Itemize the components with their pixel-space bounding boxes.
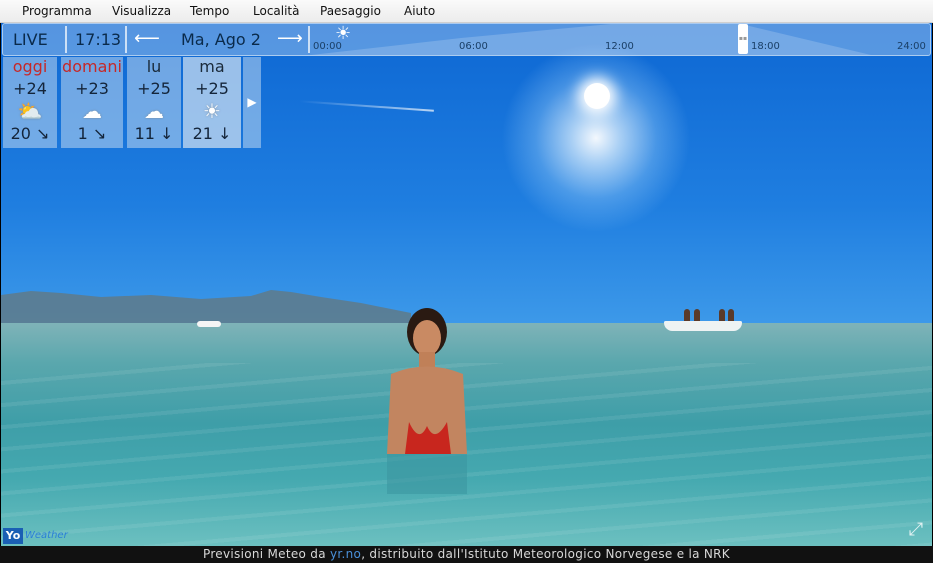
day-name: oggi	[12, 57, 48, 76]
partly-cloudy-icon: ⛅	[17, 99, 43, 123]
menu-bar: Programma Visualizza Tempo Località Paes…	[0, 0, 933, 23]
day-name: domani	[62, 57, 122, 76]
time-control-bar: LIVE 17:13 ⟵ Ma, Ago 2 ⟶ 00:00 06:00 12:…	[2, 23, 931, 56]
sun-icon: ☀	[335, 23, 352, 44]
forecast-day[interactable]: domani +23 ☁ 1 ↘	[61, 57, 123, 148]
arrow-right-icon[interactable]: ⟶	[277, 30, 303, 48]
menu-programma[interactable]: Programma	[22, 4, 92, 18]
arrow-left-icon[interactable]: ⟵	[134, 30, 160, 48]
rain-cloud-icon: ☁	[82, 99, 102, 123]
day-temperature: +24	[13, 79, 47, 98]
forecast-panel: oggi +24 ⛅ 20 ↘ domani +23 ☁ 1 ↘ lu +25 …	[3, 57, 261, 148]
time-slider-handle[interactable]: ▪▪	[738, 24, 748, 54]
menu-paesaggio[interactable]: Paesaggio	[320, 4, 381, 18]
sun	[584, 83, 610, 109]
day-wind: 21 ↓	[192, 124, 232, 143]
fullscreen-icon[interactable]: ⤢	[904, 518, 928, 542]
separator	[65, 26, 67, 53]
yr-link[interactable]: yr.no	[330, 547, 361, 561]
current-date: Ma, Ago 2	[181, 30, 261, 49]
timeline[interactable]: 00:00 06:00 12:00 18:00 24:00	[311, 24, 930, 55]
yoweather-logo[interactable]: Yo Weather	[3, 528, 73, 544]
menu-visualizza[interactable]: Visualizza	[112, 4, 171, 18]
live-button[interactable]: LIVE	[13, 30, 48, 49]
woman-in-water	[387, 308, 467, 494]
day-name: ma	[199, 57, 225, 76]
footer-suffix: , distribuito dall'Istituto Meteorologic…	[361, 547, 730, 561]
tick-0600: 06:00	[459, 41, 488, 52]
menu-tempo[interactable]: Tempo	[190, 4, 229, 18]
separator	[308, 26, 310, 53]
sun-icon: ☀	[203, 99, 221, 123]
rain-cloud-icon: ☁	[144, 99, 164, 123]
tick-2400: 24:00	[897, 41, 926, 52]
separator	[125, 26, 127, 53]
logo-text: Weather	[25, 530, 68, 541]
menu-aiuto[interactable]: Aiuto	[404, 4, 435, 18]
day-wind: 1 ↘	[77, 124, 107, 143]
forecast-next-icon[interactable]: ▶	[243, 57, 261, 148]
tick-1800: 18:00	[751, 41, 780, 52]
day-temperature: +23	[75, 79, 109, 98]
logo-badge: Yo	[3, 528, 23, 544]
day-temperature: +25	[137, 79, 171, 98]
footer-prefix: Previsioni Meteo da	[203, 547, 330, 561]
footer-credits: Previsioni Meteo da yr.no, distribuito d…	[0, 546, 933, 563]
contrail	[299, 100, 434, 112]
menu-localita[interactable]: Località	[253, 4, 300, 18]
forecast-day[interactable]: ma +25 ☀ 21 ↓	[183, 57, 241, 148]
day-name: lu	[146, 57, 162, 76]
day-temperature: +25	[195, 79, 229, 98]
speedboat	[664, 309, 742, 331]
current-time: 17:13	[75, 30, 122, 49]
small-boat	[197, 321, 221, 327]
forecast-day[interactable]: lu +25 ☁ 11 ↓	[127, 57, 181, 148]
day-wind: 20 ↘	[10, 124, 50, 143]
tick-1200: 12:00	[605, 41, 634, 52]
day-wind: 11 ↓	[134, 124, 174, 143]
sun-glow	[501, 43, 691, 233]
forecast-day[interactable]: oggi +24 ⛅ 20 ↘	[3, 57, 57, 148]
